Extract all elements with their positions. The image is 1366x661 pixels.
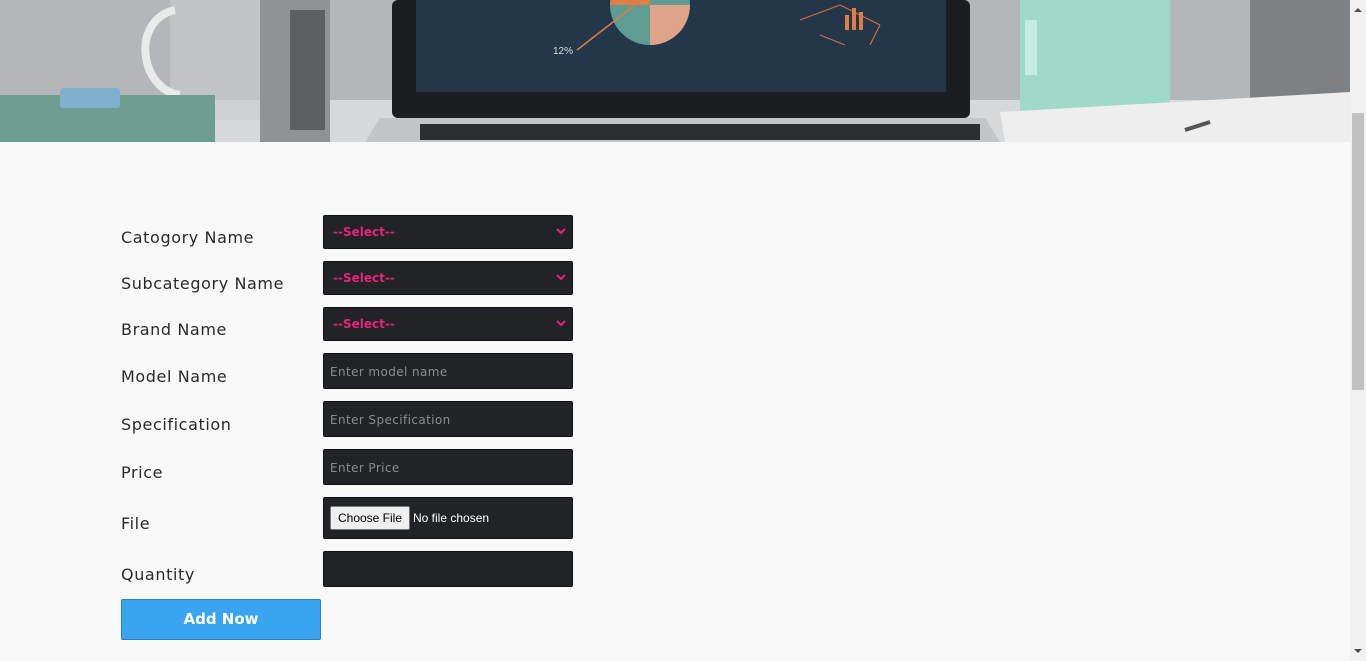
scroll-down-arrow-icon[interactable] (1354, 647, 1362, 655)
category-select[interactable]: --Select-- (323, 215, 573, 249)
chevron-down-icon (556, 274, 566, 281)
add-now-button[interactable]: Add Now (121, 599, 321, 640)
specification-placeholder: Enter Specification (330, 413, 451, 427)
price-label: Price (121, 463, 164, 482)
file-label: File (121, 514, 151, 533)
file-status-text: No file chosen (413, 511, 490, 525)
brand-select-value: --Select-- (333, 317, 395, 331)
price-placeholder: Enter Price (330, 461, 400, 475)
model-label: Model Name (121, 367, 228, 386)
add-product-form: Catogory Name --Select-- Subcategory Nam… (0, 0, 1350, 661)
scrollbar-thumb[interactable] (1352, 113, 1364, 390)
chevron-down-icon (556, 320, 566, 327)
vertical-scrollbar[interactable] (1350, 0, 1366, 661)
subcategory-label: Subcategory Name (121, 274, 285, 293)
quantity-input[interactable] (323, 551, 573, 587)
model-name-placeholder: Enter model name (330, 365, 448, 379)
category-label: Catogory Name (121, 228, 255, 247)
subcategory-select[interactable]: --Select-- (323, 261, 573, 295)
brand-label: Brand Name (121, 320, 227, 339)
specification-label: Specification (121, 415, 232, 434)
page: 12% Catogory Name --Select-- Subcategory… (0, 0, 1366, 661)
scroll-up-arrow-icon[interactable] (1354, 6, 1362, 14)
subcategory-select-value: --Select-- (333, 271, 395, 285)
chevron-down-icon (556, 228, 566, 235)
brand-select[interactable]: --Select-- (323, 307, 573, 341)
file-input[interactable]: Choose File No file chosen (323, 497, 573, 539)
specification-input[interactable]: Enter Specification (323, 401, 573, 437)
choose-file-button[interactable]: Choose File (330, 506, 410, 530)
category-select-value: --Select-- (333, 225, 395, 239)
quantity-label: Quantity (121, 565, 195, 584)
model-name-input[interactable]: Enter model name (323, 353, 573, 389)
price-input[interactable]: Enter Price (323, 449, 573, 485)
